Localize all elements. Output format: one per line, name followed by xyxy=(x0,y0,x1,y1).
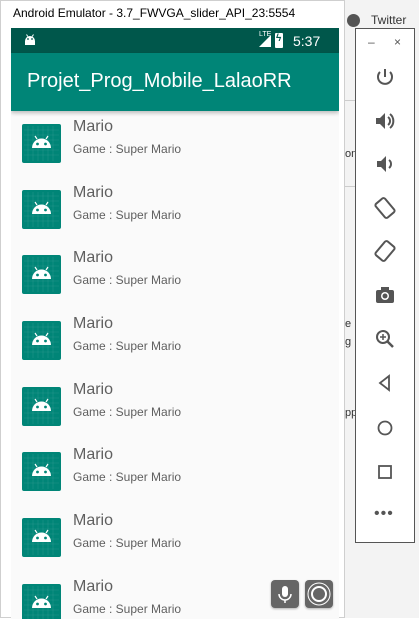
item-subtitle: Game : Super Mario xyxy=(73,339,182,354)
volume-up-button[interactable] xyxy=(372,108,398,134)
window-title: Android Emulator - 3.7_FWVGA_slider_API_… xyxy=(13,6,296,20)
emulator-window: Android Emulator - 3.7_FWVGA_slider_API_… xyxy=(0,0,345,619)
overview-button[interactable] xyxy=(372,459,398,485)
power-button[interactable] xyxy=(372,64,398,90)
list-item[interactable]: Mario Game : Super Mario xyxy=(11,505,339,571)
android-notification-icon xyxy=(25,34,35,45)
microphone-icon xyxy=(278,586,292,603)
rotate-icon xyxy=(307,582,331,606)
item-subtitle: Game : Super Mario xyxy=(73,142,182,156)
background-divider xyxy=(345,100,355,101)
back-button[interactable] xyxy=(372,370,398,396)
back-icon xyxy=(378,374,390,392)
item-title: Mario xyxy=(73,118,114,135)
item-subtitle: Game : Super Mario xyxy=(73,273,182,288)
network-type: LTE xyxy=(259,31,272,38)
camera-icon xyxy=(376,287,394,303)
item-subtitle: Game : Super Mario xyxy=(73,536,182,551)
item-subtitle: Game : Super Mario xyxy=(73,404,182,419)
more-options-button[interactable]: ••• xyxy=(374,505,394,523)
android-launcher-icon xyxy=(22,518,61,558)
volume-down-button[interactable] xyxy=(372,151,398,177)
background-tab-title[interactable]: Twitter xyxy=(371,13,406,27)
list-item[interactable]: Mario Game : Super Mario xyxy=(11,308,339,374)
home-button[interactable] xyxy=(372,415,398,441)
android-launcher-icon xyxy=(22,189,61,229)
background-text-fragment: g xyxy=(345,336,352,348)
status-bar: LTE ϟ 5:37 xyxy=(11,28,339,53)
android-launcher-icon xyxy=(22,583,61,619)
status-time: 5:37 xyxy=(293,33,321,49)
list-item[interactable]: Mario Game : Super Mario xyxy=(11,242,339,308)
item-title: Mario xyxy=(73,446,114,464)
background-text-fragment: e xyxy=(345,318,352,330)
item-subtitle: Game : Super Mario xyxy=(73,207,182,222)
item-subtitle: Game : Super Mario xyxy=(73,470,182,485)
rotate-right-icon xyxy=(374,240,396,262)
globe-icon xyxy=(347,14,360,27)
app-title: Projet_Prog_Mobile_LalaoRR xyxy=(27,70,292,92)
item-subtitle: Game : Super Mario xyxy=(73,601,182,616)
android-launcher-icon xyxy=(22,124,61,163)
volume-down-icon xyxy=(377,156,392,172)
android-launcher-icon xyxy=(22,386,61,426)
rotate-screen-button[interactable] xyxy=(305,580,333,608)
overview-icon xyxy=(378,465,392,479)
minimize-button[interactable]: – xyxy=(368,35,375,49)
background-divider xyxy=(345,186,355,187)
rotate-right-button[interactable] xyxy=(372,238,398,264)
emulator-toolbar: – × ••• xyxy=(355,28,415,543)
home-icon xyxy=(377,420,393,436)
android-launcher-icon xyxy=(22,321,61,361)
phone-screen[interactable]: LTE ϟ 5:37 Projet_Prog_Mobile_LalaoRR Ma… xyxy=(11,28,339,619)
screenshot-button[interactable] xyxy=(372,282,398,308)
item-title: Mario xyxy=(73,577,114,595)
item-title: Mario xyxy=(73,249,114,267)
rotate-left-button[interactable] xyxy=(372,195,398,221)
item-title: Mario xyxy=(73,380,114,398)
android-launcher-icon xyxy=(22,452,61,492)
close-button[interactable]: × xyxy=(394,35,401,49)
list-item[interactable]: Mario Game : Super Mario xyxy=(11,374,339,440)
charging-icon: ϟ xyxy=(276,33,282,44)
android-launcher-icon xyxy=(22,255,61,295)
game-list[interactable]: Mario Game : Super Mario Mario Game : Su… xyxy=(11,111,339,619)
item-title: Mario xyxy=(73,183,114,201)
zoom-icon xyxy=(376,330,394,348)
item-title: Mario xyxy=(73,315,114,333)
volume-up-icon xyxy=(376,113,395,129)
microphone-button[interactable] xyxy=(271,580,299,608)
list-item[interactable]: Mario Game : Super Mario xyxy=(11,111,339,177)
power-icon xyxy=(377,69,393,85)
item-title: Mario xyxy=(73,512,114,530)
app-bar: Projet_Prog_Mobile_LalaoRR xyxy=(11,53,339,111)
zoom-button[interactable] xyxy=(372,326,398,352)
list-item[interactable]: Mario Game : Super Mario xyxy=(11,439,339,505)
rotate-left-icon xyxy=(374,197,396,219)
list-item[interactable]: Mario Game : Super Mario xyxy=(11,177,339,243)
